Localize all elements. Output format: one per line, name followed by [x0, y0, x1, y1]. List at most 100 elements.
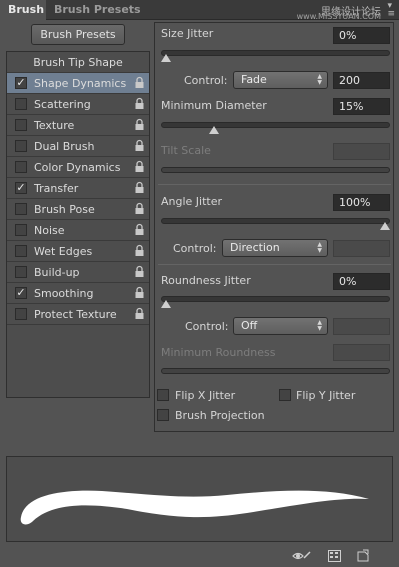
- sidebar-item-checkbox[interactable]: [15, 308, 27, 320]
- watermark-url: www.MISSYUAN.COM: [296, 12, 381, 21]
- fade-steps-field[interactable]: 200: [333, 72, 390, 89]
- sidebar-item-label: Smoothing: [34, 287, 94, 300]
- angle-control-select[interactable]: Direction ▲ ▼: [222, 239, 328, 257]
- lock-icon[interactable]: [134, 76, 145, 89]
- flip-y-label: Flip Y Jitter: [296, 389, 356, 402]
- roundness-jitter-field[interactable]: 0%: [333, 273, 390, 290]
- lock-icon[interactable]: [134, 181, 145, 194]
- minimum-roundness-field: [333, 344, 390, 361]
- roundness-control-field: [333, 318, 390, 335]
- lock-icon[interactable]: [134, 118, 145, 131]
- sidebar-item-label: Transfer: [34, 182, 79, 195]
- brush-settings-list: Brush Tip Shape ✓ Shape Dynamics Scatterin…: [6, 51, 150, 398]
- lock-icon[interactable]: [134, 139, 145, 152]
- sidebar-item-label: Protect Texture: [34, 308, 117, 321]
- lock-icon[interactable]: [134, 244, 145, 257]
- brush-projection-label: Brush Projection: [175, 409, 265, 422]
- angle-jitter-slider[interactable]: [161, 218, 390, 224]
- lock-icon[interactable]: [134, 160, 145, 173]
- lock-icon[interactable]: [134, 223, 145, 236]
- sidebar-item-label: Noise: [34, 224, 65, 237]
- sidebar-item-label: Wet Edges: [34, 245, 93, 258]
- sidebar-item-scattering[interactable]: Scattering: [7, 94, 149, 115]
- roundness-jitter-thumb[interactable]: [161, 300, 171, 308]
- control-label: Control:: [185, 320, 229, 333]
- angle-control-field: [333, 240, 390, 257]
- sidebar-item-checkbox[interactable]: [15, 224, 27, 236]
- size-jitter-field[interactable]: 0%: [333, 27, 390, 44]
- new-brush-icon[interactable]: [357, 549, 369, 562]
- minimum-diameter-slider[interactable]: [161, 122, 390, 128]
- size-jitter-slider[interactable]: [161, 50, 390, 56]
- flip-y-checkbox[interactable]: [279, 389, 291, 401]
- sidebar-item-checkbox[interactable]: [15, 266, 27, 278]
- sidebar-item-checkbox[interactable]: [15, 140, 27, 152]
- tab-brush[interactable]: Brush: [0, 0, 46, 20]
- minimum-diameter-label: Minimum Diameter: [161, 99, 267, 112]
- sidebar-item-shape-dynamics[interactable]: ✓ Shape Dynamics: [7, 73, 149, 94]
- sidebar-item-checkbox[interactable]: [15, 203, 27, 215]
- sidebar-item-checkbox[interactable]: [15, 245, 27, 257]
- roundness-control-value: Off: [241, 319, 258, 332]
- sidebar-item-brush-pose[interactable]: Brush Pose: [7, 199, 149, 220]
- brush-stroke: [20, 490, 370, 525]
- sidebar-item-checkbox[interactable]: ✓: [15, 287, 27, 299]
- angle-jitter-label: Angle Jitter: [161, 195, 223, 208]
- tilt-scale-field: [333, 143, 390, 160]
- minimum-roundness-slider: [161, 368, 390, 374]
- sidebar-item-label: Shape Dynamics: [34, 77, 127, 90]
- flip-x-label: Flip X Jitter: [175, 389, 236, 402]
- sidebar-item-checkbox[interactable]: [15, 119, 27, 131]
- stroke-preview-image: [20, 490, 370, 525]
- minimum-roundness-label: Minimum Roundness: [161, 346, 276, 359]
- angle-jitter-thumb[interactable]: [380, 222, 390, 230]
- lock-icon[interactable]: [134, 202, 145, 215]
- select-arrows-icon: ▲ ▼: [317, 319, 322, 332]
- lock-icon[interactable]: [134, 265, 145, 278]
- roundness-jitter-slider[interactable]: [161, 296, 390, 302]
- lock-icon[interactable]: [134, 286, 145, 299]
- sidebar-item-transfer[interactable]: ✓ Transfer: [7, 178, 149, 199]
- size-jitter-label: Size Jitter: [161, 27, 214, 40]
- flip-x-checkbox[interactable]: [157, 389, 169, 401]
- tilt-scale-slider: [161, 167, 390, 173]
- sidebar-item-wet-edges[interactable]: Wet Edges: [7, 241, 149, 262]
- sidebar-item-checkbox[interactable]: [15, 161, 27, 173]
- size-control-select[interactable]: Fade ▲ ▼: [233, 71, 328, 89]
- lock-icon[interactable]: [134, 97, 145, 110]
- sidebar-item-label: Brush Tip Shape: [33, 56, 123, 69]
- tab-brush-presets[interactable]: Brush Presets: [46, 0, 149, 20]
- sidebar-item-checkbox[interactable]: [15, 98, 27, 110]
- angle-control-value: Direction: [230, 241, 280, 254]
- sidebar-item-checkbox[interactable]: ✓: [15, 77, 27, 89]
- sidebar-item-label: Brush Pose: [34, 203, 95, 216]
- sidebar-item-label: Build-up: [34, 266, 80, 279]
- control-label: Control:: [184, 74, 228, 87]
- select-arrows-icon: ▲ ▼: [317, 73, 322, 86]
- panel-menu-icon[interactable]: ▾ ≡: [387, 2, 395, 19]
- sidebar-item-texture[interactable]: Texture: [7, 115, 149, 136]
- control-label: Control:: [173, 242, 217, 255]
- sidebar-item-noise[interactable]: Noise: [7, 220, 149, 241]
- sidebar-item-build-up[interactable]: Build-up: [7, 262, 149, 283]
- lock-icon[interactable]: [134, 307, 145, 320]
- grid-icon[interactable]: [328, 550, 341, 562]
- sidebar-item-label: Dual Brush: [34, 140, 95, 153]
- brush-presets-button[interactable]: Brush Presets: [31, 24, 125, 45]
- sidebar-item-dual-brush[interactable]: Dual Brush: [7, 136, 149, 157]
- brush-stroke-preview: [6, 456, 393, 542]
- angle-jitter-field[interactable]: 100%: [333, 194, 390, 211]
- sidebar-item-brush-tip-shape[interactable]: Brush Tip Shape: [7, 52, 149, 73]
- sidebar-item-label: Scattering: [34, 98, 91, 111]
- roundness-control-select[interactable]: Off ▲ ▼: [233, 317, 328, 335]
- size-jitter-thumb[interactable]: [161, 54, 171, 62]
- sidebar-item-checkbox[interactable]: ✓: [15, 182, 27, 194]
- brush-projection-checkbox[interactable]: [157, 409, 169, 421]
- minimum-diameter-field[interactable]: 15%: [333, 98, 390, 115]
- minimum-diameter-thumb[interactable]: [209, 126, 220, 134]
- sidebar-item-protect-texture[interactable]: Protect Texture: [7, 304, 149, 325]
- sidebar-item-smoothing[interactable]: ✓ Smoothing: [7, 283, 149, 304]
- toggle-live-tip-icon[interactable]: [292, 550, 312, 562]
- sidebar-item-color-dynamics[interactable]: Color Dynamics: [7, 157, 149, 178]
- sidebar-item-label: Texture: [34, 119, 75, 132]
